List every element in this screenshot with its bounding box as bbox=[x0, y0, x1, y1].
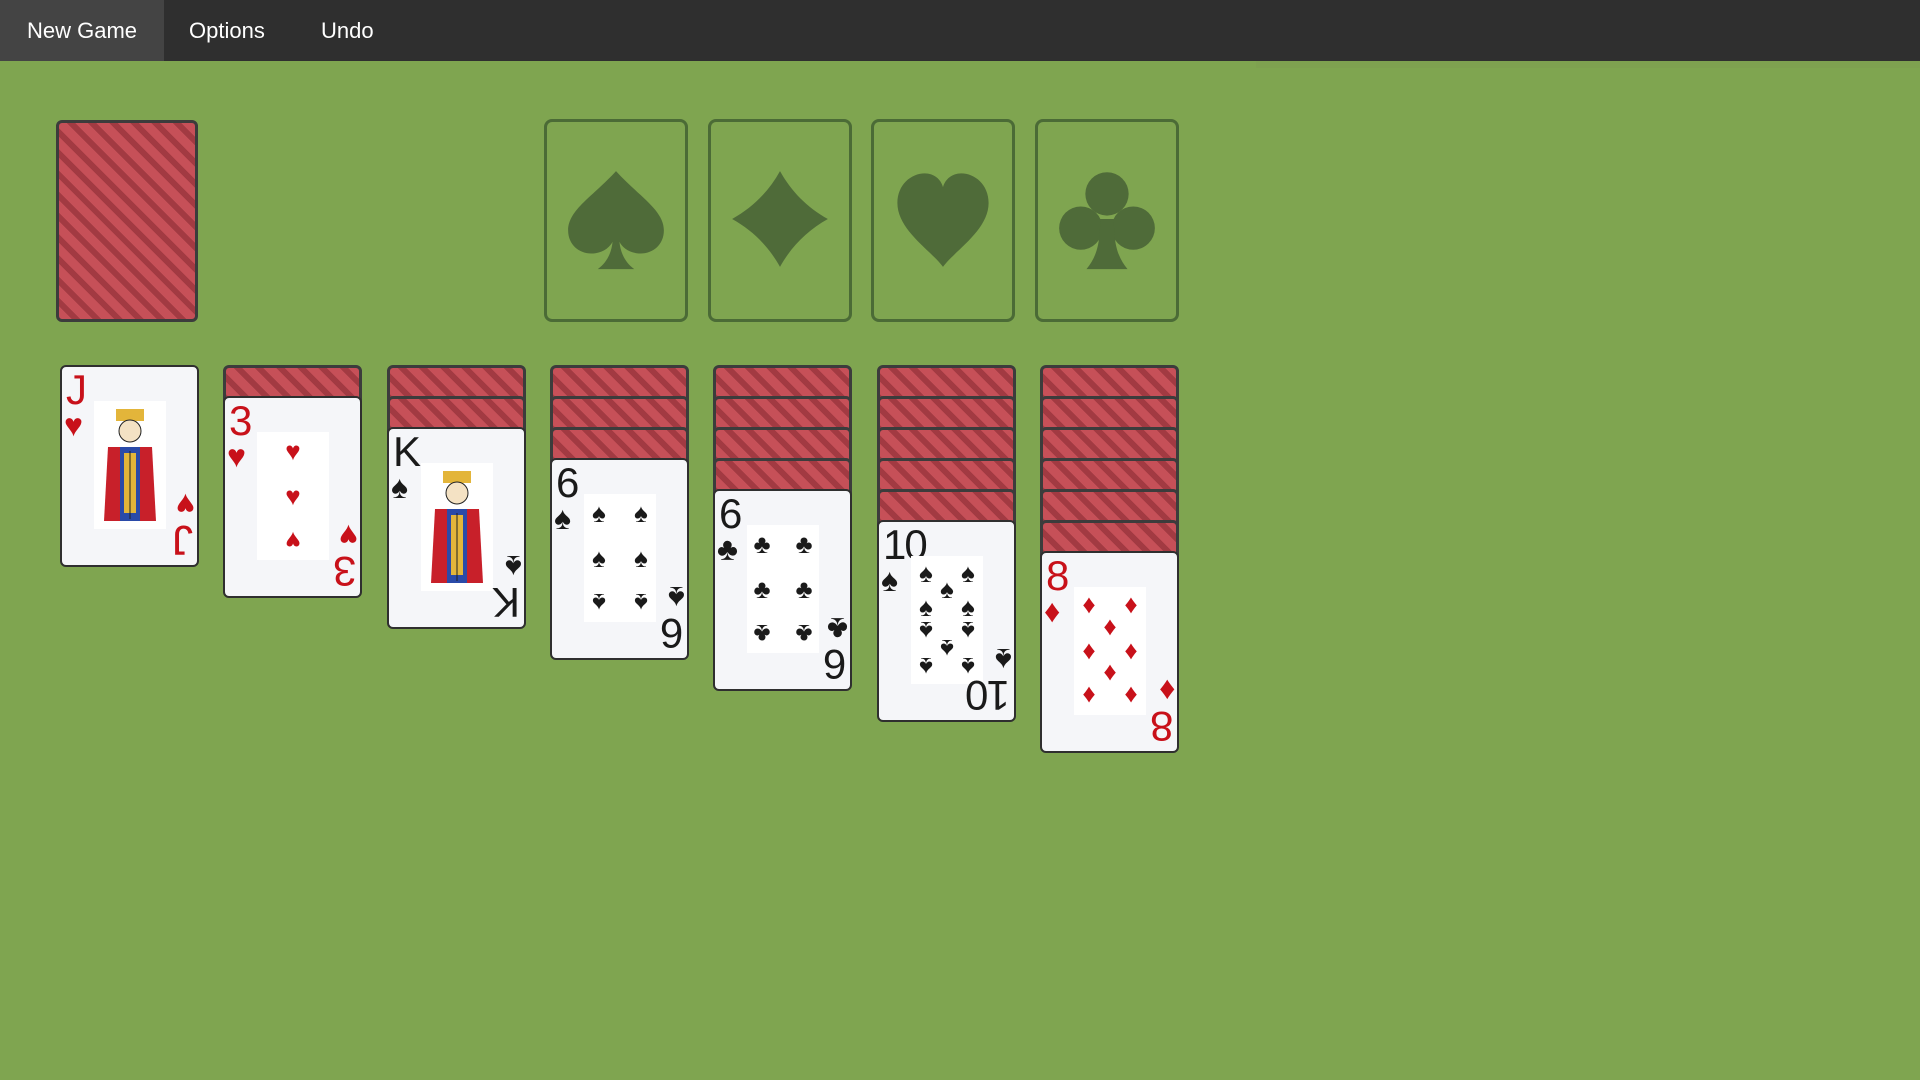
card-rank: 6 bbox=[661, 610, 683, 657]
card-suit-icon: ♥ bbox=[64, 407, 83, 443]
card-rank: K bbox=[493, 579, 520, 626]
pip-icon: ♦ bbox=[1082, 681, 1096, 711]
court-figure-icon bbox=[431, 471, 483, 583]
card-suit-icon: ♠ bbox=[881, 562, 898, 598]
card-suit-icon: ♥ bbox=[227, 438, 246, 474]
court-figure bbox=[94, 401, 166, 529]
pip-icon: ♠ bbox=[592, 498, 606, 528]
pip-icon: ♣ bbox=[795, 619, 813, 649]
pip-area: ♦ ♦ ♦ ♦ ♦ ♦ ♦ ♦ bbox=[1074, 587, 1146, 715]
pip-icon: ♦ bbox=[1124, 681, 1138, 711]
pip-icon: ♥ bbox=[285, 436, 301, 466]
card-suit-icon: ♠ bbox=[391, 469, 408, 505]
tableau-card-6[interactable]: 6 ♣ ♣ ♣ ♣ ♣ ♣ ♣ ♣ 6 bbox=[713, 489, 852, 691]
new-game-button[interactable]: New Game bbox=[0, 0, 165, 61]
pip-icon: ♣ bbox=[795, 529, 813, 559]
pip-icon: ♣ bbox=[753, 619, 771, 649]
stock-pile[interactable] bbox=[56, 120, 198, 322]
pip-icon: ♠ bbox=[592, 588, 606, 618]
pip-icon: ♠ bbox=[919, 652, 933, 682]
pip-icon: ♠ bbox=[592, 543, 606, 573]
pip-area: ♠ ♠ ♠ ♠ ♠ ♠ ♠ ♠ ♠ ♠ bbox=[911, 556, 983, 684]
foundation-diamonds[interactable] bbox=[708, 119, 852, 322]
pip-icon: ♠ bbox=[634, 588, 648, 618]
pip-area: ♣ ♣ ♣ ♣ ♣ ♣ bbox=[747, 525, 819, 653]
card-rank: 6 bbox=[824, 641, 846, 688]
tableau-card-j[interactable]: J ♥ ♥ J bbox=[60, 365, 199, 567]
tableau-card-3[interactable]: 3 ♥ ♥ ♥ ♥ ♥ 3 bbox=[223, 396, 362, 598]
card-rank: 3 bbox=[334, 548, 356, 595]
undo-button[interactable]: Undo bbox=[294, 0, 401, 61]
menu-bar: New Game Options Undo bbox=[0, 0, 1920, 61]
diamond-icon bbox=[732, 171, 828, 267]
card-rank: 8 bbox=[1151, 703, 1173, 750]
court-figure-icon bbox=[104, 409, 156, 521]
tableau-card-k[interactable]: K ♠ ♠ K bbox=[387, 427, 526, 629]
court-figure bbox=[421, 463, 493, 591]
foundation-clubs[interactable] bbox=[1035, 119, 1179, 322]
card-suit-icon: ♦ bbox=[1044, 593, 1061, 629]
club-icon bbox=[1059, 172, 1155, 270]
foundation-spades[interactable] bbox=[544, 119, 688, 322]
pip-icon: ♦ bbox=[1082, 635, 1096, 665]
card-suit-icon: ♣ bbox=[717, 531, 738, 567]
pip-area: ♥ ♥ ♥ bbox=[257, 432, 329, 560]
menu-bar-edge bbox=[1256, 61, 1920, 68]
card-rank: J bbox=[174, 517, 193, 564]
tableau-card-6[interactable]: 6 ♠ ♠ ♠ ♠ ♠ ♠ ♠ ♠ 6 bbox=[550, 458, 689, 660]
tableau-card-10[interactable]: 10 ♠ ♠ ♠ ♠ ♠ ♠ ♠ ♠ ♠ ♠ ♠ ♠ 10 bbox=[877, 520, 1016, 722]
pip-icon: ♣ bbox=[753, 574, 771, 604]
pip-icon: ♥ bbox=[285, 526, 301, 556]
pip-icon: ♦ bbox=[1124, 635, 1138, 665]
pip-icon: ♦ bbox=[1103, 611, 1117, 641]
foundation-hearts[interactable] bbox=[871, 119, 1015, 322]
pip-icon: ♥ bbox=[285, 481, 301, 511]
spade-icon bbox=[568, 171, 664, 270]
tableau-card-8[interactable]: 8 ♦ ♦ ♦ ♦ ♦ ♦ ♦ ♦ ♦ ♦ 8 bbox=[1040, 551, 1179, 753]
pip-icon: ♣ bbox=[795, 574, 813, 604]
heart-icon bbox=[897, 173, 989, 267]
pip-icon: ♠ bbox=[634, 543, 648, 573]
options-button[interactable]: Options bbox=[162, 0, 292, 61]
pip-icon: ♣ bbox=[753, 529, 771, 559]
pip-area: ♠ ♠ ♠ ♠ ♠ ♠ bbox=[584, 494, 656, 622]
card-suit-icon: ♠ bbox=[554, 500, 571, 536]
pip-icon: ♠ bbox=[634, 498, 648, 528]
card-rank: 10 bbox=[967, 672, 1010, 719]
